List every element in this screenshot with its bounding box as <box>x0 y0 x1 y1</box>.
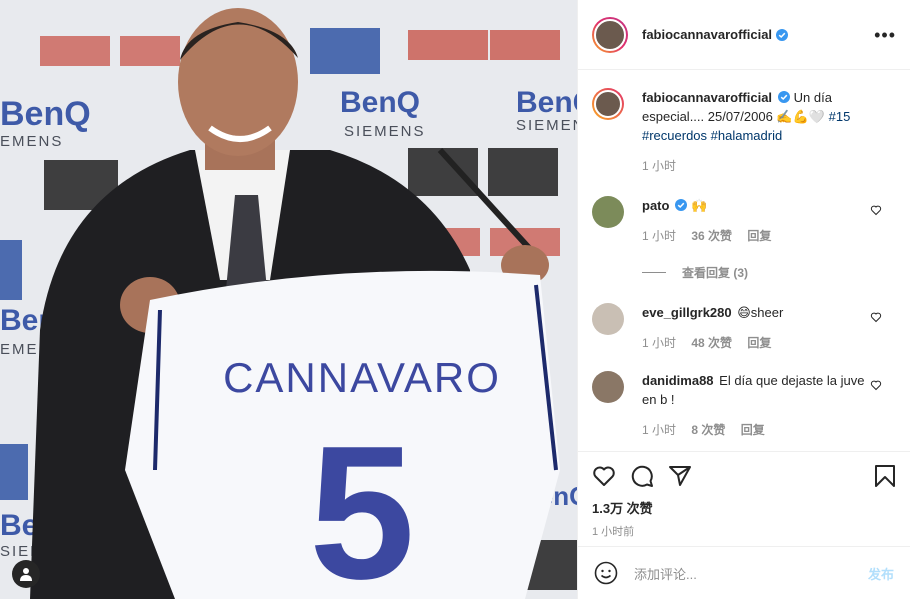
like-count[interactable]: 1.3万 次赞 <box>592 498 896 517</box>
more-options-icon[interactable]: ••• <box>874 26 896 44</box>
like-comment-heart-icon[interactable] <box>870 204 882 216</box>
comment-username[interactable]: pato <box>642 198 669 213</box>
like-comment-heart-icon[interactable] <box>870 311 882 323</box>
reply-button[interactable]: 回复 <box>741 423 765 437</box>
svg-text:BenQ: BenQ <box>340 86 420 119</box>
caption: fabiocannavarofficial Un día especial...… <box>592 88 896 174</box>
svg-text:SIEMENS: SIEMENS <box>344 123 426 140</box>
comment-text: 😄sheer <box>737 305 784 320</box>
comment-likes[interactable]: 48 次赞 <box>691 336 732 350</box>
caption-avatar[interactable] <box>592 88 624 120</box>
comment-item: danidima88 El día que dejaste la juve en… <box>592 371 896 438</box>
comment-input[interactable]: 添加评论... <box>634 564 868 583</box>
reply-button[interactable]: 回复 <box>747 336 771 350</box>
svg-text:BenQ: BenQ <box>0 95 91 133</box>
comment-likes[interactable]: 8 次赞 <box>691 423 725 437</box>
post-comment-button[interactable]: 发布 <box>868 564 894 583</box>
add-comment-bar: 添加评论... 发布 <box>578 546 910 599</box>
post-time-ago: 1 小时前 <box>592 526 635 538</box>
post-actions: 1.3万 次赞 1 小时前 <box>578 451 910 546</box>
like-comment-heart-icon[interactable] <box>870 379 882 391</box>
svg-text:SIEMEN: SIEMEN <box>516 117 577 134</box>
comment-time: 1 小时 <box>642 423 677 437</box>
comment-item: eve_gillgrk280 😄sheer 1 小时 48 次赞 回复 <box>592 303 896 351</box>
verified-badge-icon <box>776 28 789 41</box>
save-bookmark-icon[interactable] <box>874 464 896 488</box>
jersey-number: 5 <box>309 407 415 599</box>
comment-username[interactable]: danidima88 <box>642 373 714 388</box>
post-side-panel: fabiocannavarofficial ••• fabiocannavaro… <box>577 0 910 599</box>
caption-username[interactable]: fabiocannavarofficial <box>642 90 772 105</box>
like-heart-icon[interactable] <box>592 464 616 488</box>
jersey-name: CANNAVARO <box>223 354 501 401</box>
comments-list: fabiocannavarofficial Un día especial...… <box>578 70 910 451</box>
photo-scene: BenQ BenQ BenQ BenQ BenQ BenQ EMENS SIEM… <box>0 0 577 599</box>
comment-text: 🙌 <box>691 198 708 213</box>
comment-time: 1 小时 <box>642 229 677 243</box>
view-replies-button[interactable]: 查看回复 (3) <box>642 264 896 281</box>
tagged-users-button[interactable] <box>12 560 40 588</box>
caption-time: 1 小时 <box>642 159 677 173</box>
verified-badge-icon <box>675 199 688 211</box>
verified-badge-icon <box>778 91 791 103</box>
author-username[interactable]: fabiocannavarofficial <box>642 27 772 42</box>
svg-text:BenQ: BenQ <box>516 86 577 119</box>
share-icon[interactable] <box>668 464 692 488</box>
author-avatar[interactable] <box>592 16 628 53</box>
comment-likes[interactable]: 36 次赞 <box>691 229 732 243</box>
commenter-avatar[interactable] <box>592 196 624 228</box>
post-photo[interactable]: BenQ BenQ BenQ BenQ BenQ BenQ EMENS SIEM… <box>0 0 577 599</box>
comment-icon[interactable] <box>630 464 654 488</box>
comment-time: 1 小时 <box>642 336 677 350</box>
emoji-icon[interactable] <box>594 561 618 585</box>
commenter-avatar[interactable] <box>592 371 624 403</box>
reply-button[interactable]: 回复 <box>747 229 771 243</box>
comment-username[interactable]: eve_gillgrk280 <box>642 305 732 320</box>
svg-text:EMENS: EMENS <box>0 133 63 150</box>
post-header: fabiocannavarofficial ••• <box>578 0 910 70</box>
commenter-avatar[interactable] <box>592 303 624 335</box>
comment-item: pato 🙌 1 小时 36 次赞 回复 <box>592 196 896 244</box>
user-icon <box>20 568 32 581</box>
